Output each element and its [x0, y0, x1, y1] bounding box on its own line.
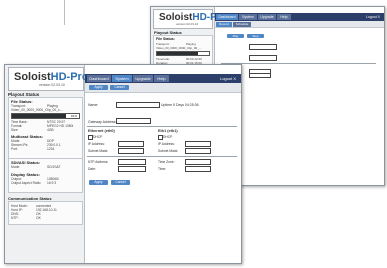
front-sdi-row: Mode: SD/1SAT	[11, 165, 61, 169]
timezone-input[interactable]	[185, 159, 211, 165]
front-comm-status: Host Mode: connected Host IP: 192.168.10…	[8, 201, 83, 225]
front-logout-link[interactable]: Logout X	[220, 75, 236, 82]
eth0-subnet-input[interactable]	[118, 148, 144, 154]
front-cancel-button[interactable]: Cancel	[111, 180, 130, 185]
back-logout-link[interactable]: Logout X	[366, 14, 380, 20]
back-file-status-heading: File Status:	[156, 37, 175, 41]
form-divider	[87, 126, 237, 127]
back-subtab-record[interactable]: Record	[216, 22, 232, 27]
bg-line	[64, 0, 65, 25]
uptime-text: Uptime 5 Days 04:25:36	[161, 103, 199, 107]
front-apply-top-button[interactable]: Apply	[89, 85, 108, 90]
front-sidebar: SoloistHD-Pro version 02.03.10 Playout S…	[5, 65, 89, 263]
back-play-button[interactable]: Play	[227, 34, 244, 38]
front-cancel-top-button[interactable]: Cancel	[110, 85, 129, 90]
name-label: Name:	[88, 103, 99, 107]
front-progress-bar: 81%	[11, 113, 80, 119]
back-tab-help[interactable]: Help	[277, 14, 291, 20]
front-tab-upgrade[interactable]: Upgrade	[133, 75, 153, 82]
timezone-label: Time Zone:	[158, 160, 175, 164]
front-window: SoloistHD-Pro version 02.03.10 Playout S…	[4, 64, 242, 264]
front-logo: SoloistHD-Pro	[14, 71, 89, 83]
front-progress-label: 81%	[70, 114, 77, 118]
back-logo-box: SoloistHD-Pro version 02.03.10	[153, 9, 227, 29]
back-field[interactable]	[249, 73, 271, 78]
gateway-input[interactable]	[116, 118, 151, 124]
name-input[interactable]	[116, 102, 160, 108]
back-tab-system[interactable]: System	[239, 14, 257, 20]
date-input[interactable]	[118, 166, 146, 172]
back-version: version 02.03.10	[176, 22, 199, 26]
time-input[interactable]	[185, 166, 211, 172]
eth1-ip-label: IP Address:	[158, 142, 175, 146]
eth0-dhcp-label: DHCP	[93, 135, 103, 139]
back-divider	[221, 63, 376, 64]
front-version: version 02.03.10	[39, 83, 65, 87]
scene: SoloistHD-Pro version 02.03.10 Playout S…	[0, 0, 387, 268]
eth0-ip-input[interactable]	[118, 141, 144, 147]
front-comm-row: NTP: OK	[11, 216, 41, 220]
back-tab-upgrade[interactable]: Upgrade	[258, 14, 276, 20]
back-stop-button[interactable]: Stop	[247, 34, 264, 38]
back-field[interactable]	[249, 44, 277, 50]
front-tab-dashboard[interactable]: Dashboard	[87, 75, 111, 82]
front-sub-bar: Apply Cancel	[85, 83, 241, 93]
back-file-status: File Status: Transport: Playing Video_00…	[153, 35, 213, 67]
ntp-input[interactable]	[118, 159, 146, 165]
front-progress-fill	[12, 114, 67, 118]
front-sdi-status: SDI/ASI Status: Mode: SD/1SAT Display St…	[8, 158, 83, 193]
eth0-ip-label: IP Address:	[88, 142, 105, 146]
eth1-dhcp-label: DHCP	[163, 135, 173, 139]
back-field[interactable]	[249, 55, 277, 61]
eth1-ip-input[interactable]	[185, 141, 211, 147]
front-file-row: Video_00_0000_0000_Clip_00_c...	[11, 108, 63, 112]
eth1-subnet-input[interactable]	[185, 148, 211, 154]
eth0-subnet-label: Subnet Mask:	[88, 149, 109, 153]
ntp-label: NTP Address:	[88, 160, 109, 164]
front-multicast-row: Port: 1234	[11, 147, 55, 151]
back-tab-dashboard[interactable]: Dashboard	[216, 14, 238, 20]
front-tab-system[interactable]: System	[112, 75, 132, 82]
front-top-bar: Dashboard System Upgrade Help Logout X	[85, 74, 241, 83]
back-sub-bar: Record Schedule	[215, 21, 384, 28]
eth1-subnet-label: Subnet Mask:	[158, 149, 179, 153]
back-top-bar: Dashboard System Upgrade Help Logout X	[215, 13, 384, 21]
form-divider	[87, 156, 237, 157]
front-tab-help[interactable]: Help	[154, 75, 169, 82]
back-file-row: Video_00_0000_0000_Clip_00_...	[156, 46, 202, 50]
gateway-label: Gateway Address:	[88, 120, 117, 124]
back-subtab-schedule[interactable]: Schedule	[233, 22, 251, 27]
back-progress-bar	[156, 51, 210, 56]
eth0-heading: Ethernet (eth0)	[88, 129, 115, 133]
front-logo-box: SoloistHD-Pro version 02.03.10	[8, 67, 89, 91]
front-file-status: File Status: Transport: Playing Video_00…	[8, 97, 83, 159]
back-progress-fill	[157, 52, 198, 55]
front-display-row: Output Aspect Ratio: 16:9 3	[11, 181, 57, 185]
front-apply-button[interactable]: Apply	[89, 180, 108, 185]
front-file-row: Size: 4GB	[11, 128, 54, 132]
date-label: Date:	[88, 167, 96, 171]
time-label: Time:	[158, 167, 167, 171]
eth1-heading: Eth1 (eth1)	[158, 129, 178, 133]
